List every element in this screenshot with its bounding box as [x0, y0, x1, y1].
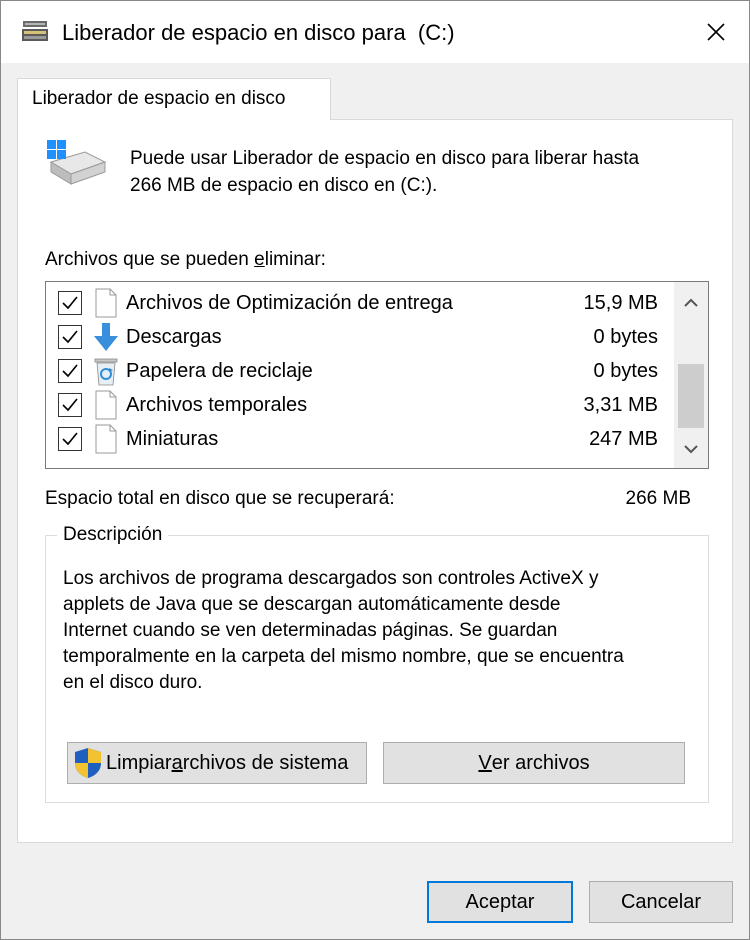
file-size: 0 bytes — [593, 360, 658, 382]
tab-disk-cleanup[interactable]: Liberador de espacio en disco — [17, 78, 331, 120]
description-line: temporalmente en la carpeta del mismo no… — [63, 646, 624, 667]
disk-cleanup-app-icon — [22, 21, 48, 41]
clean-system-accelerator: a — [171, 751, 183, 774]
checkmark-icon — [62, 296, 78, 310]
file-icon — [95, 288, 117, 318]
description-title: Descripción — [57, 523, 169, 547]
list-item[interactable]: Papelera de reciclaje 0 bytes — [46, 354, 672, 388]
close-button[interactable] — [683, 1, 749, 63]
file-icon — [95, 390, 117, 420]
clean-system-label-end: rchivos de sistema — [182, 751, 349, 774]
intro-text: Puede usar Liberador de espacio en disco… — [130, 145, 720, 199]
file-name: Descargas — [126, 326, 222, 348]
cancel-button[interactable]: Cancelar — [589, 881, 733, 923]
intro-line-2: 266 MB de espacio en disco en (C:). — [130, 175, 438, 196]
hard-drive-icon — [47, 140, 107, 185]
tab-label: Liberador de espacio en disco — [32, 88, 286, 109]
list-item[interactable]: Descargas 0 bytes — [46, 320, 672, 354]
file-name: Archivos temporales — [126, 394, 308, 416]
view-files-button[interactable]: Ver archivos — [383, 742, 685, 784]
checkmark-icon — [62, 364, 78, 378]
total-space-value: 266 MB — [625, 488, 691, 509]
clean-system-label: Limpiar — [106, 751, 172, 774]
window-title: Liberador de espacio en disco para (C:) — [62, 20, 455, 45]
list-item[interactable]: Miniaturas 247 MB — [46, 422, 672, 456]
list-item[interactable]: Archivos temporales 3,31 MB — [46, 388, 672, 422]
file-size: 0 bytes — [593, 326, 658, 348]
file-icon — [95, 424, 117, 454]
close-icon — [707, 23, 725, 41]
list-item[interactable]: Archivos de Optimización de entrega 15,9… — [46, 286, 672, 320]
view-files-accelerator: V — [478, 751, 492, 774]
recycle-bin-icon — [94, 358, 118, 386]
list-scrollbar[interactable] — [674, 282, 708, 468]
scroll-thumb[interactable] — [678, 364, 704, 428]
files-label-accelerator: e — [254, 249, 265, 270]
files-to-delete-label: Archivos que se pueden eliminar: — [45, 247, 326, 273]
total-space-label: Espacio total en disco que se recuperará… — [45, 488, 395, 509]
description-line: applets de Java que se descargan automát… — [63, 594, 561, 615]
chevron-up-icon — [684, 298, 698, 307]
clean-system-files-button[interactable]: Limpiar a rchivos de sistema — [67, 742, 367, 784]
file-checkbox[interactable] — [58, 359, 82, 383]
description-text: Los archivos de programa descargados son… — [63, 566, 693, 696]
files-label-text: Archivos que se pueden — [45, 249, 255, 270]
checkmark-icon — [62, 398, 78, 412]
file-name: Papelera de reciclaje — [126, 360, 313, 382]
file-checkbox[interactable] — [58, 427, 82, 451]
file-checkbox[interactable] — [58, 291, 82, 315]
scroll-up-button[interactable] — [674, 286, 708, 320]
intro-line-1: Puede usar Liberador de espacio en disco… — [130, 148, 640, 169]
download-arrow-icon — [94, 323, 118, 351]
file-checkbox[interactable] — [58, 325, 82, 349]
description-line: en el disco duro. — [63, 672, 203, 693]
file-size: 15,9 MB — [583, 292, 658, 314]
files-label-text-end: liminar: — [264, 249, 326, 270]
checkmark-icon — [62, 330, 78, 344]
view-files-label: er archivos — [491, 751, 590, 774]
title-bar: Liberador de espacio en disco para (C:) — [1, 1, 749, 63]
file-name: Miniaturas — [126, 428, 219, 450]
file-name: Archivos de Optimización de entrega — [126, 292, 453, 314]
files-listbox[interactable]: Archivos de Optimización de entrega 15,9… — [45, 281, 709, 469]
uac-shield-icon — [75, 748, 101, 778]
file-checkbox[interactable] — [58, 393, 82, 417]
description-line: Los archivos de programa descargados son… — [63, 568, 599, 589]
file-size: 3,31 MB — [583, 394, 658, 416]
ok-button[interactable]: Aceptar — [427, 881, 573, 923]
disk-cleanup-dialog: Liberador de espacio en disco para (C:) … — [0, 0, 750, 940]
chevron-down-icon — [684, 445, 698, 454]
file-size: 247 MB — [589, 428, 658, 450]
description-line: Internet cuando se ven determinadas pági… — [63, 620, 558, 641]
checkmark-icon — [62, 432, 78, 446]
scroll-down-button[interactable] — [674, 432, 708, 466]
